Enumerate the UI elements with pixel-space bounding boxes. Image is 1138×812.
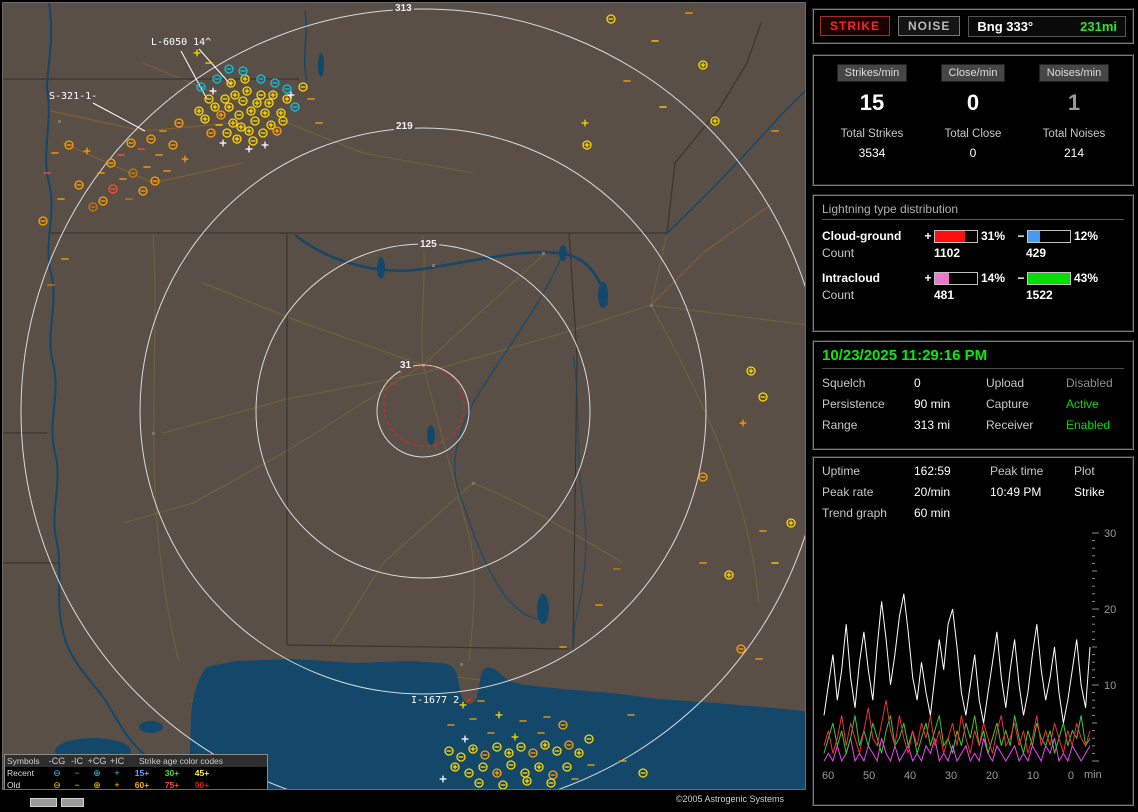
ring-label-313: 313: [393, 3, 414, 14]
trend-series-noises: [824, 738, 1090, 761]
uptime-label: Uptime: [822, 464, 914, 478]
trend-panel: Uptime 162:59 Peak time Plot Peak rate 2…: [812, 456, 1134, 806]
ic-minus-icon: −: [67, 780, 87, 790]
legend-row-old: Old ⊖ − ⊕ + 60+ 75+ 90+: [5, 779, 267, 790]
cg-plus-icon: ⊕: [87, 768, 107, 779]
resize-grip[interactable]: [30, 798, 57, 807]
cg-minus-icon: ⊖: [47, 768, 67, 779]
receiver-value: Enabled: [1066, 418, 1126, 432]
cg-plus-bar: [934, 230, 978, 243]
uptime-value: 162:59: [914, 464, 990, 478]
trend-x-unit: min: [1084, 769, 1102, 782]
noise-alarm-button[interactable]: NOISE: [898, 16, 960, 36]
total-strikes-label: Total Strikes: [822, 128, 922, 140]
svg-text:10: 10: [1104, 680, 1116, 692]
ic-plus-bar: [934, 272, 978, 285]
cg-minus-icon: ⊖: [47, 780, 67, 791]
cell-intensify-arrow: ↗: [465, 695, 471, 706]
peak-rate-label: Peak rate: [822, 485, 914, 499]
total-noises-value: 214: [1024, 146, 1124, 160]
total-strikes-value: 3534: [822, 146, 922, 160]
plot-value: Strike: [1074, 485, 1128, 499]
noises-per-min-badge: Noises/min: [1039, 64, 1109, 82]
upload-label: Upload: [986, 376, 1066, 390]
close-per-min-badge: Close/min: [941, 64, 1006, 82]
copyright-text: ©2005 Astrogenic Systems: [676, 794, 784, 804]
receiver-label: Receiver: [986, 418, 1066, 432]
distribution-title: Lightning type distribution: [822, 202, 1124, 220]
bottom-strip: ©2005 Astrogenic Systems: [2, 791, 806, 810]
strikes-per-min-column: Strikes/min 15 Total Strikes 3534: [822, 64, 922, 160]
cell-label-L6050: L-6050 14^: [151, 37, 211, 48]
persistence-label: Persistence: [822, 397, 914, 411]
trend-series-cloud-ground: [824, 700, 1090, 753]
noises-per-min-column: Noises/min 1 Total Noises 214: [1024, 64, 1124, 160]
ring-label-219: 219: [394, 121, 415, 132]
range-label: Range: [822, 418, 914, 432]
squelch-value: 0: [914, 376, 986, 390]
alarm-panel: STRIKE NOISE Bng 333° 231mi: [812, 8, 1134, 44]
cloud-ground-count-row: Count 1102 429: [822, 246, 1124, 262]
trend-chart: 30 20 10: [822, 529, 1126, 769]
peak-time-label: Peak time: [990, 464, 1074, 478]
trend-x-axis: 60 50 40 30 20 10 0 min: [822, 769, 1124, 782]
cg-minus-bar: [1027, 230, 1071, 243]
bearing-box: Bng 333° 231mi: [968, 16, 1126, 37]
capture-label: Capture: [986, 397, 1066, 411]
resize-grip[interactable]: [61, 798, 84, 807]
close-per-min-value: 0: [923, 90, 1023, 116]
cell-label-I1677: I-1677 2 ↗: [411, 695, 471, 706]
total-close-value: 0: [923, 146, 1023, 160]
legend-header: Symbols -CG -IC +CG +IC Strike age color…: [5, 755, 267, 767]
ic-minus-bar: [1027, 272, 1071, 285]
squelch-label: Squelch: [822, 376, 914, 390]
svg-text:20: 20: [1104, 604, 1116, 616]
close-per-min-column: Close/min 0 Total Close 0: [923, 64, 1023, 160]
upload-value: Disabled: [1066, 376, 1126, 390]
trend-graph-label: Trend graph: [822, 506, 914, 520]
ring-label-125: 125: [418, 239, 439, 250]
trend-window-value: 60 min: [914, 506, 990, 520]
cell-label-S321: S-321-1-: [49, 91, 97, 102]
strike-map[interactable]: 313 219 125 31 L-6050 14^ S-321-1- I-167…: [2, 2, 806, 790]
ic-plus-icon: +: [107, 768, 127, 778]
ring-label-31: 31: [398, 360, 413, 371]
strike-alarm-button[interactable]: STRIKE: [820, 16, 890, 36]
cloud-ground-row: Cloud-ground + 31% − 12%: [822, 228, 1124, 244]
ic-minus-icon: −: [67, 768, 87, 778]
ic-plus-icon: +: [107, 780, 127, 790]
noises-per-min-value: 1: [1024, 90, 1124, 116]
trend-series-intracloud: [824, 715, 1090, 753]
distribution-panel: Lightning type distribution Cloud-ground…: [812, 194, 1134, 332]
total-noises-label: Total Noises: [1024, 128, 1124, 140]
peak-rate-value: 20/min: [914, 485, 990, 499]
range-value: 313 mi: [914, 418, 986, 432]
strikes-per-min-value: 15: [822, 90, 922, 116]
legend-row-recent: Recent ⊖ − ⊕ + 15+ 30+ 45+: [5, 767, 267, 779]
plot-label: Plot: [1074, 464, 1128, 478]
peak-time-value: 10:49 PM: [990, 485, 1074, 499]
symbol-legend: Symbols -CG -IC +CG +IC Strike age color…: [4, 754, 268, 790]
intracloud-count-row: Count 481 1522: [822, 288, 1124, 304]
strikes-per-min-badge: Strikes/min: [837, 64, 907, 82]
svg-text:30: 30: [1104, 529, 1116, 540]
distance-value: 231mi: [1080, 19, 1117, 34]
trend-series-total-strikes: [824, 594, 1090, 723]
cg-plus-icon: ⊕: [87, 780, 107, 791]
capture-value: Active: [1066, 397, 1126, 411]
intracloud-row: Intracloud + 14% − 43%: [822, 270, 1124, 286]
datetime-display: 10/23/2025 11:29:16 PM: [822, 347, 1124, 369]
rates-panel: Strikes/min 15 Total Strikes 3534 Close/…: [812, 54, 1134, 186]
status-panel: 10/23/2025 11:29:16 PM Squelch 0 Upload …: [812, 340, 1134, 450]
lightning-detector-app: { "header": { "strike_label": "STRIKE", …: [0, 0, 1138, 812]
total-close-label: Total Close: [923, 128, 1023, 140]
bearing-value: Bng 333°: [977, 19, 1033, 34]
persistence-value: 90 min: [914, 397, 986, 411]
